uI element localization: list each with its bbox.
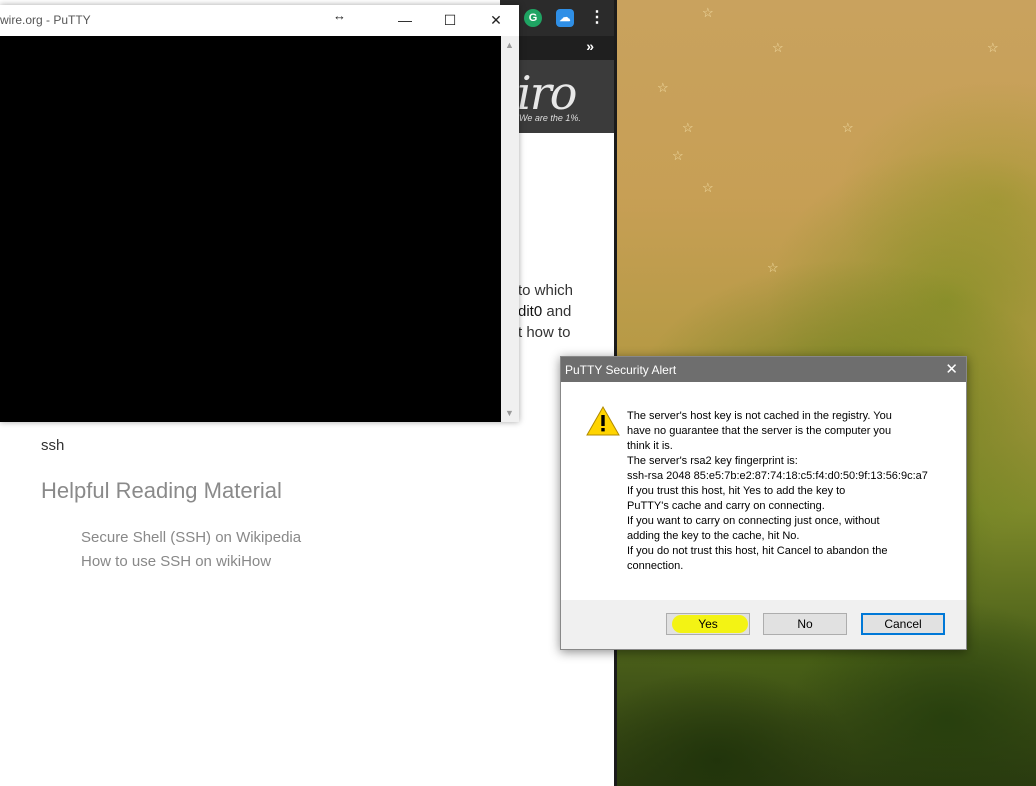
star-decoration: ☆ xyxy=(682,120,694,135)
message-line: think it is. xyxy=(627,440,673,452)
message-line: PuTTY's cache and carry on connecting. xyxy=(627,500,825,512)
site-logo[interactable]: iro xyxy=(517,66,577,120)
yes-button[interactable]: Yes xyxy=(666,613,750,635)
star-decoration: ☆ xyxy=(772,40,784,55)
dialog-close-button[interactable]: ✕ xyxy=(945,360,958,378)
scroll-up-icon[interactable]: ▲ xyxy=(505,40,514,50)
grammarly-extension-icon[interactable]: G xyxy=(524,9,542,27)
text-fragment: and xyxy=(546,303,572,320)
cancel-button[interactable]: Cancel xyxy=(861,613,945,635)
putty-window-title: wire.org - PuTTY xyxy=(0,13,91,27)
message-line: adding the key to the cache, hit No. xyxy=(627,530,800,542)
wikipedia-link[interactable]: Secure Shell (SSH) on Wikipedia xyxy=(81,529,301,546)
terminal-area[interactable] xyxy=(0,36,501,422)
article-text-fragment: dit0 and xyxy=(518,303,571,320)
message-line: If you do not trust this host, hit Cance… xyxy=(627,545,888,557)
scroll-down-icon[interactable]: ▼ xyxy=(505,408,514,418)
message-line: The server's rsa2 key fingerprint is: xyxy=(627,455,798,467)
warning-icon xyxy=(586,405,620,436)
article-text-fragment: t how to xyxy=(518,324,571,341)
maximize-button[interactable]: ☐ xyxy=(427,5,473,35)
wikihow-link[interactable]: How to use SSH on wikiHow xyxy=(81,553,271,570)
message-line: If you want to carry on connecting just … xyxy=(627,515,880,527)
message-line: connection. xyxy=(627,560,684,572)
security-alert-dialog: PuTTY Security Alert ✕ The server's host… xyxy=(560,356,967,650)
star-decoration: ☆ xyxy=(672,148,684,163)
browser-menu-icon[interactable]: ⋮ xyxy=(588,9,606,27)
star-decoration: ☆ xyxy=(702,5,714,20)
article-text-fragment: to which xyxy=(518,282,574,299)
site-tagline: We are the 1%. xyxy=(519,113,581,123)
dialog-button-bar: Yes No Cancel xyxy=(561,600,966,649)
no-button[interactable]: No xyxy=(763,613,847,635)
resize-cursor-icon: ↔ xyxy=(333,8,346,23)
section-heading: Helpful Reading Material xyxy=(41,478,282,503)
dialog-title: PuTTY Security Alert xyxy=(565,363,677,377)
dialog-message: The server's host key is not cached in t… xyxy=(627,409,957,574)
message-line: ssh-rsa 2048 85:e5:7b:e2:87:74:18:c5:f4:… xyxy=(627,470,928,482)
star-decoration: ☆ xyxy=(842,120,854,135)
star-decoration: ☆ xyxy=(767,260,779,275)
cloud-extension-icon[interactable]: ☁ xyxy=(556,9,574,27)
close-button[interactable]: ✕ xyxy=(473,5,519,35)
minimize-button[interactable]: — xyxy=(382,5,428,35)
message-line: have no guarantee that the server is the… xyxy=(627,425,892,437)
terminal-scrollbar[interactable]: ▲ ▼ xyxy=(501,36,519,422)
message-line: If you trust this host, hit Yes to add t… xyxy=(627,485,846,497)
star-decoration: ☆ xyxy=(987,40,999,55)
star-decoration: ☆ xyxy=(657,80,669,95)
yes-button-label: Yes xyxy=(698,617,718,631)
star-decoration: ☆ xyxy=(702,180,714,195)
code-fragment: dit0 xyxy=(518,303,543,320)
bookmarks-more-button[interactable]: » xyxy=(586,38,594,54)
dialog-titlebar[interactable]: PuTTY Security Alert ✕ xyxy=(561,357,966,382)
code-ssh-text: ssh xyxy=(41,437,65,454)
message-line: The server's host key is not cached in t… xyxy=(627,410,892,422)
putty-window: wire.org - PuTTY ↔ — ☐ ✕ ▲ ▼ xyxy=(0,5,519,422)
